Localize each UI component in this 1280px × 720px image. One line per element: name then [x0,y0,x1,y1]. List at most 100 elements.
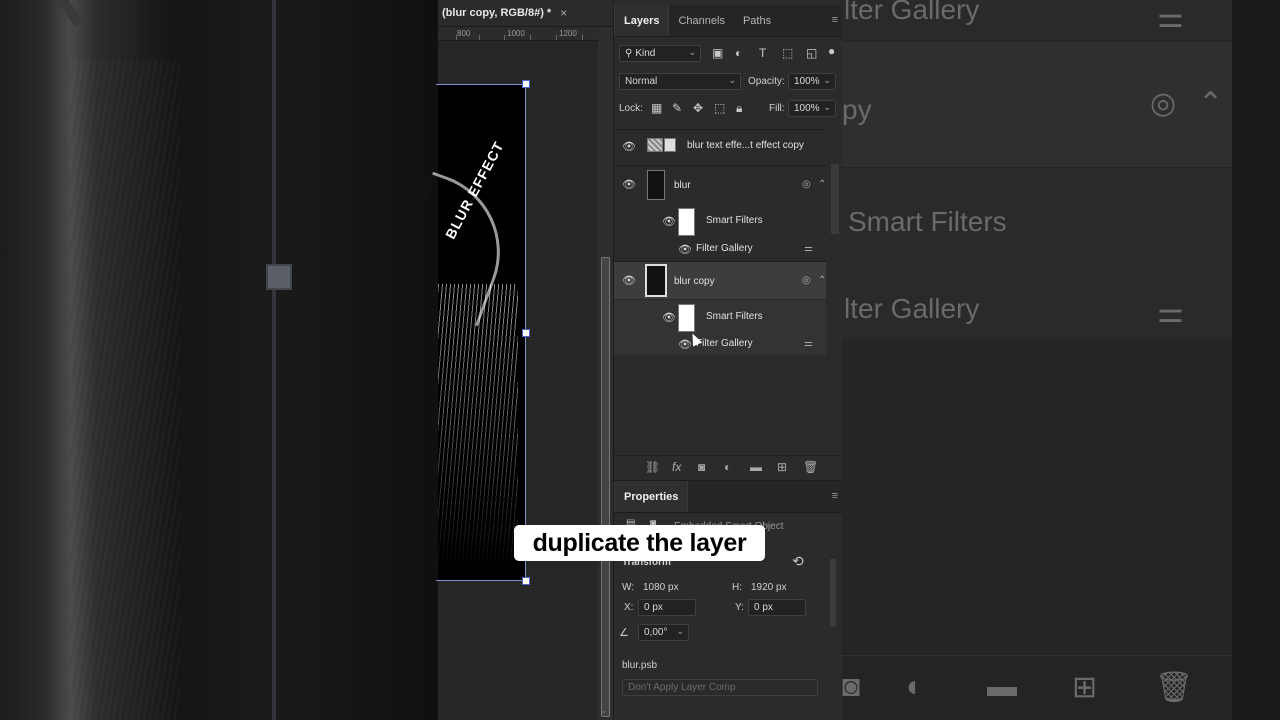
bg-corner-shape [0,0,83,67]
lock-artboard-icon[interactable]: ⬚ [714,101,725,115]
lock-brush-icon[interactable]: ✎ [672,101,682,115]
image-filter-icon[interactable]: ▣ [712,46,723,60]
collapse-icon: ⌃ [1198,87,1224,120]
smart-object-filter-icon[interactable]: ◱ [806,46,817,60]
bg-footer: ◙ ◐ ▬ ⊞ 🗑︎ [842,655,1232,720]
adjustment-filter-icon[interactable]: ◐ [735,46,742,60]
folder-icon: ▬ [987,670,1017,703]
layer-comp-value: Don't Apply Layer Comp [628,682,736,693]
ruler-mark: 800 [457,29,471,38]
filter-options-icon: ⚌ [1157,296,1184,329]
y-input[interactable]: 0 px [748,599,806,616]
type-filter-icon[interactable]: T [759,46,766,60]
filter-name: Filter Gallery [696,243,753,254]
angle-input[interactable]: 0,00° ⌄ [638,624,689,641]
properties-panel: Properties ≡ ▤ ◙ Embedded Smart Object T… [614,480,843,720]
collapse-icon[interactable]: ⌃ [818,275,826,286]
eye-icon[interactable]: 👁︎ [662,215,676,228]
caption-text: duplicate the layer [532,528,747,557]
scroll-down-icon[interactable]: ⌄ [600,705,608,716]
transform-handle[interactable] [522,577,530,585]
transform-handle[interactable] [522,80,530,88]
blend-mode-value: Normal [625,76,658,87]
tab-layers[interactable]: Layers [614,5,670,36]
smart-filters-label: Smart Filters [706,215,763,226]
smart-filter-mask [678,208,695,236]
tab-channels[interactable]: Channels [669,5,733,36]
document-tab[interactable]: (blur copy, RGB/8#) * × [438,0,613,27]
fx-icon[interactable]: fx [672,460,681,474]
close-icon[interactable]: × [560,6,567,20]
horizontal-ruler: 800 1000 1200 [438,27,598,41]
layer-row[interactable]: 👁︎ blur text effe...t effect copy [614,129,826,164]
filter-options-icon[interactable]: ⚌ [804,243,813,254]
filter-row[interactable]: 👁︎ Filter Gallery ⚌ [614,333,826,355]
layer-thumbnail [647,138,663,152]
link-icon[interactable]: ⛓ [645,460,660,474]
eye-icon[interactable]: 👁︎ [622,140,636,153]
eye-icon[interactable]: 👁︎ [622,274,636,287]
smart-filters-row[interactable]: 👁︎ Smart Filters [614,300,826,333]
lock-transparency-icon[interactable]: ▦ [651,101,662,115]
canvas-scrollbar[interactable]: ⌄ [598,27,613,720]
filter-kind-value: Kind [635,48,656,59]
trash-icon[interactable]: 🗑︎ [803,460,818,474]
layer-mask-thumbnail [664,138,676,152]
opacity-input[interactable]: 100% ⌄ [788,73,836,90]
layer-row[interactable]: 👁︎ blur ◎ ⌃ [614,165,826,205]
filter-kind-select[interactable]: ⚲ Kind ⌄ [619,45,701,62]
filter-options-icon[interactable]: ⚌ [804,338,813,349]
new-layer-icon[interactable]: ⊞ [777,460,787,474]
layer-comp-select[interactable]: Don't Apply Layer Comp [622,679,818,696]
smart-filters-row[interactable]: 👁︎ Smart Filters [614,205,826,236]
lock-all-icon[interactable]: 🔒︎ [736,101,742,116]
properties-scrollbar[interactable] [828,551,838,706]
reset-icon[interactable]: ⟲ [792,553,804,570]
folder-icon[interactable]: ▬ [750,460,762,474]
panel-menu-icon[interactable]: ≡ [832,490,838,502]
scrollbar-thumb[interactable] [830,559,836,627]
fill-value: 100% [794,103,820,114]
collapse-icon[interactable]: ⌃ [818,179,826,190]
add-mask-icon: ◙ [842,670,861,703]
scrollbar-thumb[interactable] [831,164,839,234]
x-input[interactable]: 0 px [638,599,696,616]
chevron-down-icon: ⌄ [688,47,696,57]
blend-mode-select[interactable]: Normal ⌄ [619,73,741,90]
search-icon: ⚲ [625,48,633,59]
smart-object-icon: ◎ [1150,87,1177,120]
eye-icon[interactable]: 👁︎ [622,178,636,191]
layers-scrollbar[interactable] [827,130,843,455]
panel-menu-icon[interactable]: ≡ [832,14,838,26]
lock-position-icon[interactable]: ✥ [693,101,703,115]
layer-row-selected[interactable]: 👁︎ blur copy ◎ ⌃ [614,261,826,299]
eye-icon[interactable]: 👁︎ [662,311,676,324]
fill-input[interactable]: 100% ⌄ [788,100,836,117]
layers-panel-tabs: Layers Channels Paths ≡ [614,5,843,37]
transform-bounding-box[interactable] [436,84,526,581]
bg-scroll-area [1232,0,1280,720]
canvas-area[interactable]: (blur copy, RGB/8#) * × 800 1000 1200 BL… [388,0,613,720]
filter-row[interactable]: 👁︎ Filter Gallery ⚌ [614,238,826,260]
height-label: H: [732,582,742,593]
transform-handle[interactable] [522,329,530,337]
properties-tabs: Properties ≡ [614,481,843,513]
bg-bounding-line [272,0,276,720]
adjustment-layer-icon[interactable]: ◐ [724,460,731,474]
document-tab-title: (blur copy, RGB/8#) * [442,7,552,19]
scrollbar-thumb[interactable] [601,257,610,717]
filter-toggle-icon[interactable]: ● [828,44,835,58]
layer-name: blur [674,180,691,191]
video-caption: duplicate the layer [514,525,765,561]
eye-icon[interactable]: 👁︎ [678,243,692,256]
x-label: X: [624,602,634,613]
smart-object-icon: ◎ [802,179,811,190]
add-mask-icon[interactable]: ◙ [698,460,705,474]
shape-filter-icon[interactable]: ⬚ [782,46,793,60]
lock-label: Lock: [619,103,643,114]
tab-properties[interactable]: Properties [614,481,689,512]
bg-text: lter Gallery [844,293,980,324]
smart-object-icon: ◎ [802,275,811,286]
trash-icon: 🗑︎ [1155,671,1194,704]
tab-paths[interactable]: Paths [734,5,780,36]
